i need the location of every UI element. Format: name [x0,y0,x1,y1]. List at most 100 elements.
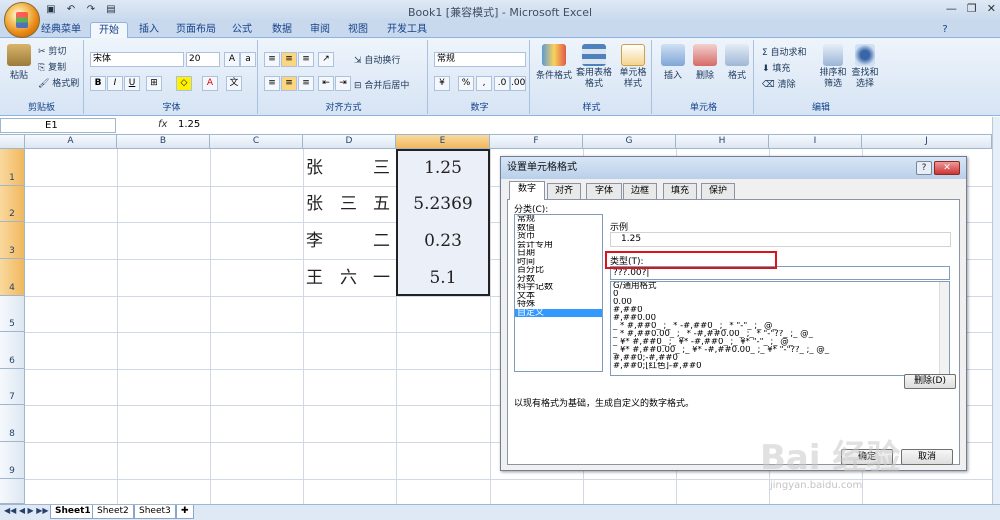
row-header[interactable]: 7 [0,369,25,405]
cell-d3-char[interactable]: 二 [373,223,390,259]
select-all-corner[interactable] [0,135,25,149]
category-item[interactable]: 日期 [515,249,602,258]
dialog-close-icon[interactable]: ✕ [934,161,960,175]
cell-d3-char[interactable]: 李 [306,223,323,259]
fill-color-icon[interactable]: ◇ [176,76,192,91]
cell-d1-char[interactable]: 三 [373,150,390,186]
cell-e1[interactable]: 1.25 [398,150,488,186]
tab-developer[interactable]: 开发工具 [382,22,432,38]
category-item[interactable]: 科学记数 [515,283,602,292]
format-as-table-button[interactable]: 套用表格格式 [576,44,612,90]
delete-format-button[interactable]: 删除(D) [904,374,956,389]
tab-data[interactable]: 数据 [266,22,298,38]
cell-d1-char[interactable]: 张 [306,150,323,186]
cell-e3[interactable]: 0.23 [398,223,488,259]
cell-d2-char[interactable]: 张 [306,186,323,222]
italic-button[interactable]: I [107,76,123,91]
format-code-item[interactable]: _ ¥* #,##0_ ;_ ¥* -#,##0_ ;_ ¥* "-"_ ;_ … [611,338,949,346]
restore-icon[interactable]: ❐ [967,2,977,15]
sheet-tab[interactable]: Sheet1 [50,505,96,519]
orientation-icon[interactable]: ↗ [318,52,334,67]
sheet-tab[interactable]: Sheet2 [92,505,134,519]
category-list[interactable]: 常规 数值 货币 会计专用 日期 时间 百分比 分数 科学记数 文本 特殊 自定… [514,214,603,372]
percent-icon[interactable]: % [458,76,474,91]
fill-button[interactable]: ⬇ 填充 [762,61,790,74]
align-bottom-icon[interactable]: ≡ [298,52,314,67]
underline-button[interactable]: U [124,76,140,91]
cell-d2-char[interactable]: 三 [340,186,357,222]
number-format-select[interactable]: 常规 [434,52,526,67]
close-icon[interactable]: ✕ [987,2,996,15]
tab-classic-menu[interactable]: 经典菜单 [36,22,86,38]
grow-font-icon[interactable]: A [224,52,240,67]
column-header[interactable]: I [769,135,862,149]
sheet-tab[interactable]: Sheet3 [134,505,176,519]
category-item[interactable]: 时间 [515,258,602,267]
formula-input[interactable]: 1.25 [178,119,200,130]
paste-button[interactable]: 粘贴 [6,44,32,81]
format-cells-button[interactable]: 格式 [722,44,752,81]
insert-sheet-icon[interactable]: ✚ [176,505,194,519]
row-header[interactable]: 8 [0,405,25,442]
row-header-selected[interactable]: 3 [0,222,25,259]
accounting-icon[interactable]: ¥ [434,76,450,91]
wrap-text-button[interactable]: ⇲ 自动换行 [354,53,400,66]
row-header[interactable]: 5 [0,296,25,332]
format-code-item[interactable]: 0.00 [611,298,949,306]
category-item[interactable]: 百分比 [515,266,602,275]
dialog-tab-alignment[interactable]: 对齐 [547,183,581,199]
column-header[interactable]: A [25,135,117,149]
clear-button[interactable]: ⌫ 清除 [762,77,796,90]
column-header[interactable]: J [862,135,992,149]
column-header[interactable]: H [676,135,769,149]
dialog-tab-number[interactable]: 数字 [509,181,545,200]
format-code-item[interactable]: #,##0;[红色]-#,##0 [611,362,949,370]
format-code-item[interactable]: #,##0;-#,##0 [611,354,949,362]
format-painter-button[interactable]: 🖌 格式刷 [38,76,79,89]
font-color-icon[interactable]: A [202,76,218,91]
column-header[interactable]: B [117,135,210,149]
align-middle-icon[interactable]: ≡ [281,52,297,67]
row-header-selected[interactable]: 4 [0,259,25,296]
category-item[interactable]: 分数 [515,275,602,284]
format-code-item[interactable]: _ ¥* #,##0.00_ ;_ ¥* -#,##0.00_ ;_ ¥* "-… [611,346,949,354]
font-size-select[interactable]: 20 [186,52,220,67]
row-header-selected[interactable]: 2 [0,186,25,222]
row-header[interactable]: 6 [0,332,25,369]
column-header[interactable]: C [210,135,303,149]
dialog-tab-protection[interactable]: 保护 [701,183,735,199]
bold-button[interactable]: B [90,76,106,91]
find-select-button[interactable]: 查找和选择 [850,44,880,90]
dialog-tab-border[interactable]: 边框 [623,183,657,199]
category-item[interactable]: 文本 [515,292,602,301]
conditional-format-button[interactable]: 条件格式 [536,44,572,81]
insert-cells-button[interactable]: 插入 [658,44,688,81]
border-icon[interactable]: ⊞ [146,76,162,91]
cell-d4-char[interactable]: 一 [373,260,390,296]
cancel-button[interactable]: 取消 [901,449,953,465]
row-header[interactable] [0,479,25,504]
align-right-icon[interactable]: ≡ [298,76,314,91]
cut-button[interactable]: ✂ 剪切 [38,44,66,57]
tab-page-layout[interactable]: 页面布局 [170,22,222,38]
format-code-item[interactable]: 0 [611,290,949,298]
increase-decimal-icon[interactable]: .0 [494,76,510,91]
name-box[interactable]: E1 [0,118,116,133]
help-icon[interactable]: ? [938,22,952,38]
row-header[interactable]: 9 [0,442,25,479]
column-header-selected[interactable]: E [396,135,490,149]
cell-d4-char[interactable]: 六 [340,260,357,296]
align-top-icon[interactable]: ≡ [264,52,280,67]
phonetic-icon[interactable]: 文 [226,76,242,91]
minimize-icon[interactable]: — [946,2,957,15]
category-item-selected[interactable]: 自定义 [515,308,602,317]
row-header-selected[interactable]: 1 [0,149,25,186]
cell-styles-button[interactable]: 单元格样式 [616,44,650,90]
category-item[interactable]: 特殊 [515,300,602,309]
copy-button[interactable]: ⎘ 复制 [38,60,66,73]
format-code-item[interactable]: _ * #,##0_ ;_ * -#,##0_ ;_ * "-"_ ;_ @_ [611,322,949,330]
column-header[interactable]: F [490,135,583,149]
tab-review[interactable]: 审阅 [304,22,336,38]
decrease-decimal-icon[interactable]: .00 [510,76,526,91]
format-list-scrollbar[interactable] [939,282,949,375]
